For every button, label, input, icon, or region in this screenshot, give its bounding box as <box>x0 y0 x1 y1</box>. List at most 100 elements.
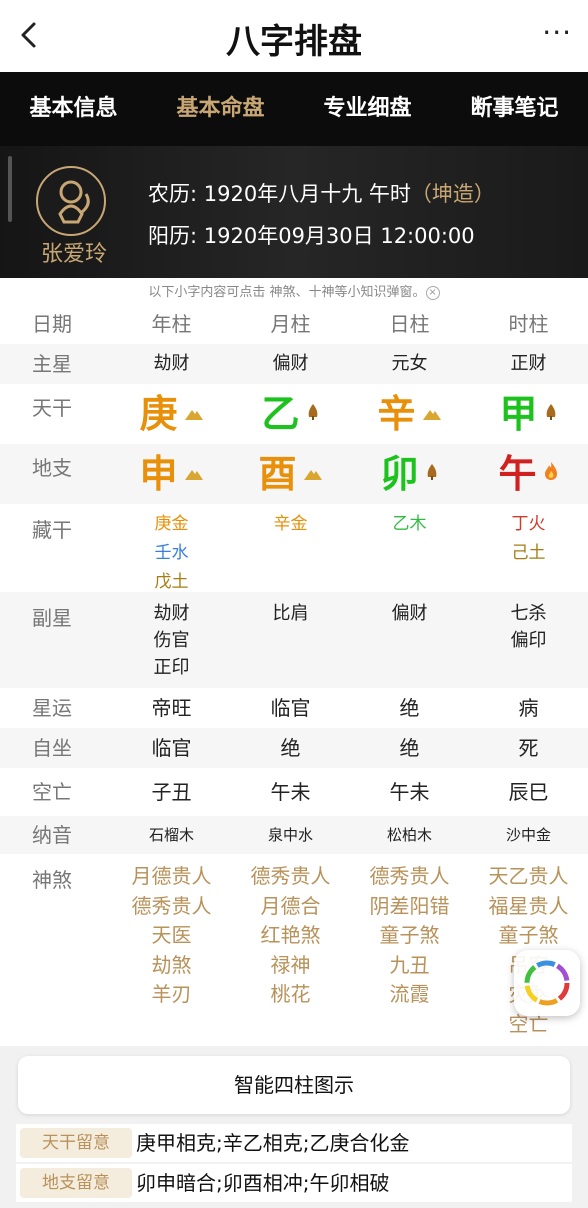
bazi-grid: 日期 年柱 月柱 日柱 时柱 主星 劫财 偏财 元女 正财 天干 庚 乙 辛 甲… <box>0 304 588 1046</box>
shensha-item[interactable]: 劫煞 <box>112 951 231 981</box>
floating-shortcut-button[interactable] <box>514 950 580 1016</box>
sub-star[interactable]: 正印 <box>112 654 231 681</box>
branch-char: 午 <box>498 452 537 496</box>
star-luck-cell[interactable]: 病 <box>469 688 588 728</box>
shensha-item[interactable]: 月德贵人 <box>112 862 231 892</box>
main-star-cell[interactable]: 劫财 <box>112 344 231 384</box>
row-star-luck: 星运 帝旺 临官 绝 病 <box>0 688 588 728</box>
shensha-item[interactable]: 羊刃 <box>112 980 231 1010</box>
tab-basic-chart[interactable]: 基本命盘 <box>147 72 294 146</box>
stem-cell[interactable]: 甲 <box>469 384 588 444</box>
shensha-item[interactable]: 阴差阳错 <box>350 892 469 922</box>
stem-char: 乙 <box>261 392 300 436</box>
stem-notes-tag[interactable]: 天干留意 <box>20 1128 132 1158</box>
stem-cell[interactable]: 乙 <box>231 384 350 444</box>
row-heavenly-stem: 天干 庚 乙 辛 甲 <box>0 384 588 444</box>
void-cell[interactable]: 午未 <box>350 768 469 816</box>
row-hidden-stems: 藏干 庚金 壬水 戊土 辛金 乙木 丁火 己土 <box>0 504 588 592</box>
sub-star-cell: 偏财 <box>350 592 469 688</box>
tab-notes[interactable]: 断事笔记 <box>441 72 588 146</box>
aperture-icon <box>524 960 570 1006</box>
branch-cell[interactable]: 申 <box>112 444 231 504</box>
star-luck-cell[interactable]: 临官 <box>231 688 350 728</box>
star-luck-cell[interactable]: 帝旺 <box>112 688 231 728</box>
main-star-cell[interactable]: 正财 <box>469 344 588 384</box>
row-label: 纳音 <box>32 823 72 847</box>
tab-detailed-chart[interactable]: 专业细盘 <box>294 72 441 146</box>
star-luck-cell[interactable]: 绝 <box>350 688 469 728</box>
hint-label: 以下小字内容可点击 神煞、十神等小知识弹窗。 <box>148 285 426 300</box>
hidden-stem[interactable]: 辛金 <box>231 510 350 539</box>
hidden-stem[interactable]: 壬水 <box>112 539 231 568</box>
stem-char: 庚 <box>139 392 178 436</box>
row-label: 主星 <box>32 352 72 376</box>
column-header: 年柱 <box>151 312 192 336</box>
main-star-cell[interactable]: 元女 <box>350 344 469 384</box>
sub-star[interactable]: 伤官 <box>112 627 231 654</box>
lunar-value: 1920年八月十九 午时 <box>203 182 411 206</box>
shensha-item[interactable]: 月德合 <box>231 892 350 922</box>
smart-pillars-chart-button[interactable]: 智能四柱图示 <box>18 1056 570 1114</box>
hidden-stem[interactable]: 乙木 <box>350 510 469 539</box>
branch-cell[interactable]: 午 <box>469 444 588 504</box>
shensha-cell: 德秀贵人 月德合 红艳煞 禄神 桃花 <box>231 854 350 1046</box>
sub-star[interactable]: 比肩 <box>231 600 350 627</box>
avatar[interactable] <box>36 166 106 236</box>
shensha-item[interactable]: 童子煞 <box>469 921 588 951</box>
sub-star[interactable]: 偏财 <box>350 600 469 627</box>
shensha-item[interactable]: 红艳煞 <box>231 921 350 951</box>
self-seat-cell[interactable]: 绝 <box>231 728 350 768</box>
hidden-stem[interactable]: 丁火 <box>469 510 588 539</box>
void-cell[interactable]: 午未 <box>231 768 350 816</box>
branch-notes-tag[interactable]: 地支留意 <box>20 1168 132 1198</box>
sub-star[interactable]: 劫财 <box>112 600 231 627</box>
shensha-item[interactable]: 天医 <box>112 921 231 951</box>
hidden-stems-cell: 庚金 壬水 戊土 <box>112 504 231 592</box>
self-seat-cell[interactable]: 临官 <box>112 728 231 768</box>
branch-cell[interactable]: 卯 <box>350 444 469 504</box>
more-options-button[interactable]: ··· <box>542 16 572 49</box>
column-header: 时柱 <box>508 312 549 336</box>
stem-cell[interactable]: 辛 <box>350 384 469 444</box>
self-seat-cell[interactable]: 死 <box>469 728 588 768</box>
solar-label: 阳历: <box>148 224 204 248</box>
metal-element-icon <box>303 447 323 507</box>
row-self-seat: 自坐 临官 绝 绝 死 <box>0 728 588 768</box>
row-label: 藏干 <box>32 518 72 542</box>
shensha-item[interactable]: 童子煞 <box>350 921 469 951</box>
stem-cell[interactable]: 庚 <box>112 384 231 444</box>
row-shensha: 神煞 月德贵人 德秀贵人 天医 劫煞 羊刃 德秀贵人 月德合 红艳煞 禄神 桃花… <box>0 854 588 1046</box>
page-title: 八字排盘 <box>226 22 362 62</box>
main-star-cell[interactable]: 偏财 <box>231 344 350 384</box>
shensha-item[interactable]: 福星贵人 <box>469 892 588 922</box>
nayin-cell[interactable]: 泉中水 <box>231 816 350 854</box>
lunar-date: 农历: 1920年八月十九 午时（坤造） <box>148 178 495 208</box>
row-label: 空亡 <box>32 780 72 804</box>
branch-notes-text: 卯申暗合;卯酉相冲;午卯相破 <box>136 1171 390 1195</box>
shensha-item[interactable]: 流霞 <box>350 980 469 1010</box>
void-cell[interactable]: 辰巳 <box>469 768 588 816</box>
shensha-item[interactable]: 桃花 <box>231 980 350 1010</box>
sub-star-cell: 比肩 <box>231 592 350 688</box>
void-cell[interactable]: 子丑 <box>112 768 231 816</box>
sub-star[interactable]: 偏印 <box>469 627 588 654</box>
shensha-item[interactable]: 德秀贵人 <box>231 862 350 892</box>
tab-basic-info[interactable]: 基本信息 <box>0 72 147 146</box>
sub-star[interactable]: 七杀 <box>469 600 588 627</box>
self-seat-cell[interactable]: 绝 <box>350 728 469 768</box>
nayin-cell[interactable]: 石榴木 <box>112 816 231 854</box>
shensha-item[interactable]: 德秀贵人 <box>112 892 231 922</box>
nayin-cell[interactable]: 松柏木 <box>350 816 469 854</box>
hidden-stem[interactable]: 庚金 <box>112 510 231 539</box>
close-hint-icon[interactable]: × <box>425 285 440 300</box>
nayin-cell[interactable]: 沙中金 <box>469 816 588 854</box>
hidden-stem[interactable]: 己土 <box>469 539 588 568</box>
stem-notes-text: 庚甲相克;辛乙相克;乙庚合化金 <box>136 1131 410 1155</box>
shensha-item[interactable]: 天乙贵人 <box>469 862 588 892</box>
branch-char: 卯 <box>380 452 419 496</box>
stem-char: 辛 <box>377 392 416 436</box>
shensha-item[interactable]: 禄神 <box>231 951 350 981</box>
shensha-item[interactable]: 德秀贵人 <box>350 862 469 892</box>
shensha-item[interactable]: 九丑 <box>350 951 469 981</box>
branch-cell[interactable]: 酉 <box>231 444 350 504</box>
